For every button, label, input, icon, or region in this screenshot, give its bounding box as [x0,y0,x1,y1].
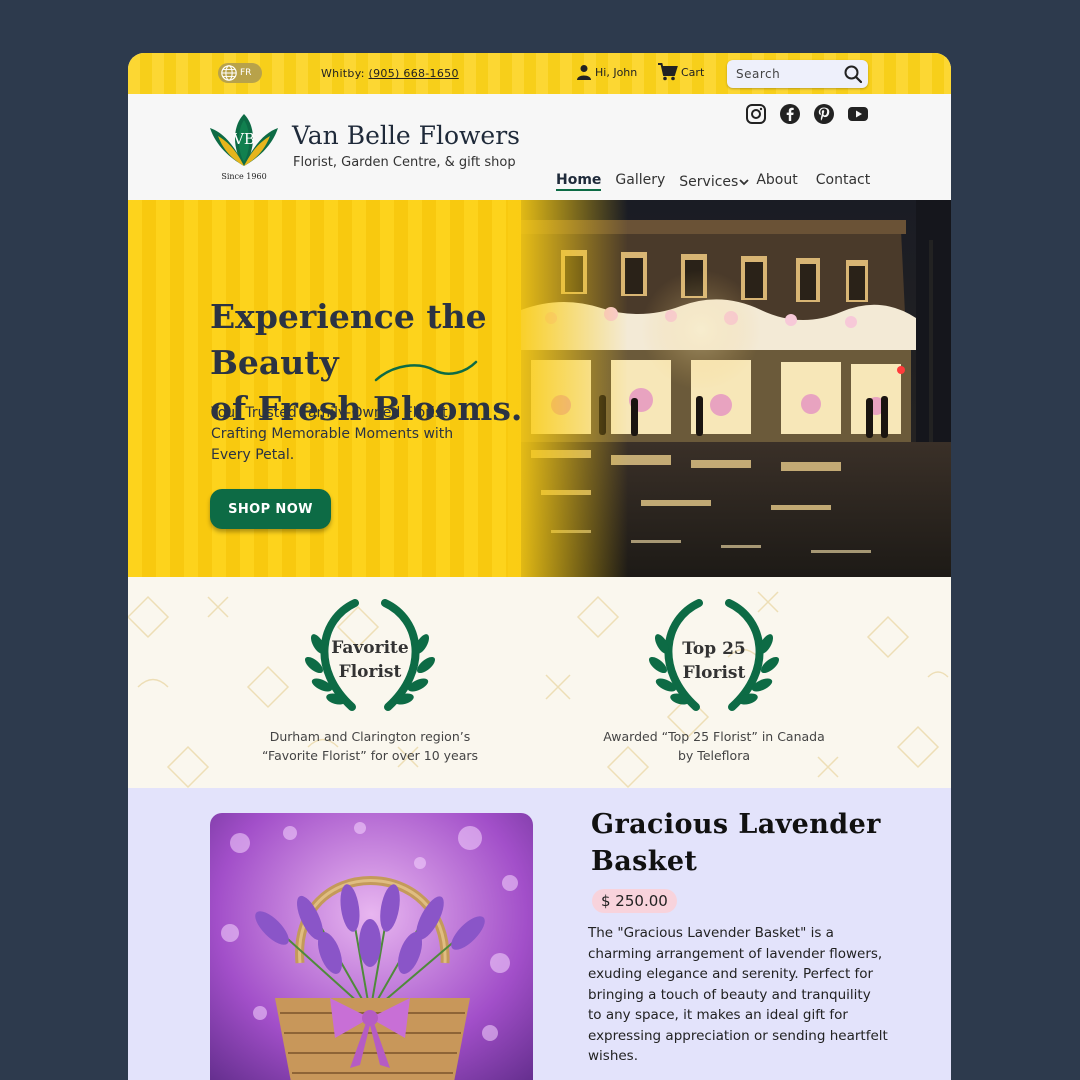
user-greeting: Hi, John [595,65,638,79]
nav-services-label: Services [679,173,739,190]
underline-swoosh [374,360,478,382]
award-desc-line1: Durham and Clarington region’s [269,729,471,744]
award-title: Top 25 Florist [584,637,844,685]
nav-gallery[interactable]: Gallery [615,172,665,191]
cart-link[interactable]: Cart [658,63,704,81]
facebook-icon[interactable] [779,103,801,125]
phone-link[interactable]: (905) 668-1650 [369,67,459,80]
award-top-25-florist: Top 25 Florist Awarded “Top 25 Florist” … [584,599,844,763]
nav-contact[interactable]: Contact [816,172,870,191]
award-description: Durham and Clarington region’s “Favorite… [240,727,500,765]
website-frame: FR Whitby: (905) 668-1650 Hi, John Cart [128,53,951,1080]
youtube-icon[interactable] [847,103,869,125]
award-description: Awarded “Top 25 Florist” in Canada by Te… [584,727,844,765]
nav-home[interactable]: Home [556,172,602,191]
social-links [745,103,869,125]
hero-subtitle: Your Trusted Family-Owned Florist, Craft… [211,405,454,463]
user-icon [577,65,591,80]
instagram-icon[interactable] [745,103,767,125]
main-nav: Home Gallery Services About Contact [556,172,884,191]
awards-section: Favorite Florist Durham and Clarington r… [128,577,951,788]
product-description: The "Gracious Lavender Basket" is a char… [588,925,888,1064]
award-desc-line1: Awarded “Top 25 Florist” in Canada [603,729,825,744]
product-image[interactable] [210,813,533,1080]
top-bar: FR Whitby: (905) 668-1650 Hi, John Cart [128,53,951,94]
award-desc-line2: “Favorite Florist” for over 10 years [261,748,479,763]
award-desc-line2: by Teleflora [678,748,750,763]
user-account[interactable]: Hi, John [576,64,637,80]
shop-now-button[interactable]: SHOP NOW [210,489,331,529]
search-icon[interactable] [844,65,862,83]
award-title-line2: Florist [682,663,746,683]
hero-section: Experience the Beauty of Fresh Blooms. Y… [128,200,951,577]
brand-logo[interactable]: VB Since 1960 [206,110,282,184]
award-title: Favorite Florist [240,636,500,684]
price-badge: $ 250.00 [592,889,677,913]
brand-tagline: Florist, Garden Centre, & gift shop [293,155,516,170]
award-favorite-florist: Favorite Florist Durham and Clarington r… [240,599,500,763]
nav-services[interactable]: Services [679,172,750,191]
cart-label: Cart [681,65,705,79]
award-title-line1: Top 25 [682,639,746,659]
pinterest-icon[interactable] [813,103,835,125]
language-label: FR [240,68,252,78]
product-title[interactable]: Gracious Lavender Basket [591,806,881,880]
cart-icon [658,63,678,81]
language-toggle[interactable]: FR [218,63,262,83]
featured-product: Gracious Lavender Basket $ 250.00 The "G… [128,788,951,1080]
site-header: VB Since 1960 Van Belle Flowers Florist,… [128,94,951,200]
search-box [727,60,868,88]
award-title-line1: Favorite [331,638,409,658]
store-phone: Whitby: (905) 668-1650 [321,67,459,80]
award-title-line2: Florist [338,662,402,682]
chevron-down-icon [739,178,749,185]
logo-since: Since 1960 [221,172,266,181]
brand-name: Van Belle Flowers [292,121,520,150]
logo-initials: VB [232,130,255,148]
location-label: Whitby: [321,67,365,80]
search-input[interactable] [736,67,836,81]
globe-icon [221,65,237,81]
nav-about[interactable]: About [756,172,797,191]
